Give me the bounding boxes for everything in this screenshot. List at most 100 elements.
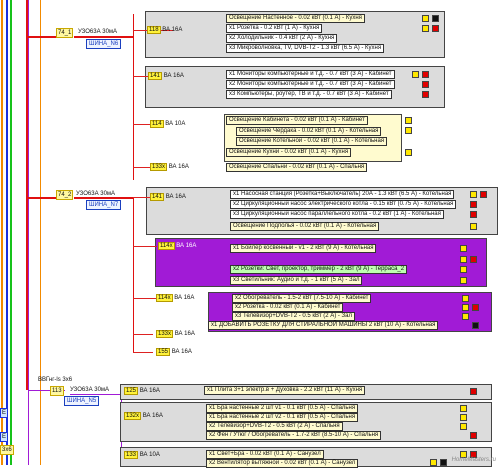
breaker-id: 114x — [158, 242, 175, 250]
rcd-label-1: УЗО63А 30мА — [78, 29, 118, 35]
circuit-line[interactable]: x2 Розетки: Свет, проектор, триммер - 2 … — [230, 265, 408, 274]
breaker-rating: ВА 16А — [163, 73, 184, 79]
rcd-out-wire-3 — [70, 394, 122, 395]
breaker-wire-114x-a — [133, 246, 157, 247]
phase-indicator-red — [470, 432, 477, 439]
phase-indicator-red — [470, 388, 477, 395]
breaker-133x-a[interactable]: 133x ВА 16А — [150, 163, 189, 171]
phase-indicator-red — [422, 91, 429, 98]
breaker-wire-114x-b — [133, 298, 157, 299]
breaker-132x[interactable]: 132x ВА 16А — [124, 412, 163, 420]
phase-indicator-black — [472, 322, 479, 329]
circuit-line[interactable]: x2 Розетка - 0.02 кВт (0.1 А) - Кабинет — [232, 303, 344, 312]
breaker-118[interactable]: 118 ВА 16А — [147, 26, 182, 34]
phase-indicator-yellow — [405, 149, 412, 156]
circuit-line[interactable]: x2 Телевизор+DVB-T2 - 0.5 кВт (2 А) - Сп… — [206, 422, 343, 431]
breaker-id: 133 — [124, 451, 139, 459]
breaker-id: 141 — [150, 193, 165, 201]
circuit-line[interactable]: Освещение Котельной - 0.02 кВт (0.1 А) -… — [236, 137, 388, 146]
rcd-out-wire-2 — [74, 197, 134, 199]
breaker-155[interactable]: 155 ВА 16А — [156, 348, 192, 356]
circuit-line[interactable]: x2 Холодильник - 0.4 кВт (2 А) - Кухня — [226, 34, 338, 43]
phase-indicator-yellow — [460, 245, 467, 252]
breaker-rating: ВА 16А — [142, 413, 163, 419]
breaker-rating: ВА 16А — [165, 194, 186, 200]
phase-indicator-red — [472, 304, 479, 311]
circuit-line[interactable]: x2 Циркуляционный насос электрического к… — [230, 200, 457, 209]
watermark: HomeMasters.ru — [451, 457, 496, 463]
breaker-rating: ВА 10А — [165, 121, 186, 127]
main-wire-blue — [6, 0, 8, 465]
circuit-line[interactable]: x1 Бра настенные 2 шт v2 - 0.1 кВт (0.5 … — [206, 413, 359, 422]
main-wire-orange — [1, 0, 3, 465]
phase-indicator-yellow — [462, 304, 469, 311]
phase-indicator-yellow — [405, 127, 412, 134]
phase-indicator-yellow — [460, 414, 467, 421]
ground-label-bottom: E — [0, 432, 9, 442]
breaker-wire-133x-b — [133, 334, 153, 335]
phase-indicator-red — [470, 211, 477, 218]
circuit-line[interactable]: x1 Насосная станция (Розетка+Выключатель… — [230, 190, 455, 199]
circuit-line[interactable]: x3 Циркуляционный насос параллельного ко… — [230, 210, 444, 219]
breaker-rating: ВА 16А — [139, 388, 160, 394]
breaker-125[interactable]: 125 ВА 16А — [124, 387, 160, 395]
group1-wire — [133, 14, 134, 180]
circuit-line[interactable]: x1 Розетка - 0.2 кВт (1 А) - Кухня — [226, 24, 323, 33]
breaker-rating: ВА 16А — [168, 164, 189, 170]
bus-label-3: ШИНА_N5 — [64, 396, 100, 406]
circuit-line[interactable]: x1 ДОБАВИТЬ РОЗЕТКУ ДЛЯ СТИРАЛЬНОЙ МАШИН… — [208, 321, 439, 330]
circuit-line[interactable]: x3 Компьютеры, роутер, ТВ и т.д. - 0.7 к… — [226, 90, 392, 99]
circuit-line[interactable]: x1 Мониторы компьютерные и т.д. - 0.7 кВ… — [226, 70, 395, 79]
breaker-rating: ВА 16А — [174, 295, 195, 301]
breaker-rating: ВА 16А — [171, 349, 192, 355]
breaker-114[interactable]: 114 ВА 10А — [150, 120, 185, 128]
circuit-line[interactable]: Освещение Спальни - 0.02 кВт (0.1 А) - С… — [226, 163, 368, 172]
phase-indicator-yellow — [470, 191, 477, 198]
circuit-line[interactable]: Освещение Подполья - 0.02 кВт (0.1 А) - … — [230, 222, 380, 231]
circuit-line[interactable]: Освещение Чердака - 0.02 кВт (0.1 А) - К… — [236, 127, 382, 136]
phase-indicator-yellow — [412, 71, 419, 78]
circuit-line[interactable]: Освещение Кухни - 0.02 кВт (0.1 А) - Кух… — [226, 148, 352, 157]
rcd-id-1: 74_1 — [56, 28, 74, 38]
circuit-line[interactable]: x3 Микроволновка, TV, DVB-T2 - 1.3 кВт (… — [226, 44, 385, 53]
circuit-line[interactable]: x3 Светильник: Аудио и т.д. - 1 кВт (5 А… — [230, 276, 363, 285]
breaker-133[interactable]: 133 ВА 10А — [124, 451, 160, 459]
circuit-line[interactable]: x2 Мониторы компьютерные и т.д. - 0.7 кВ… — [226, 80, 395, 89]
circuit-line[interactable]: Освещение Настенное - 0.02 кВт (0.1 А) -… — [226, 14, 365, 23]
breaker-id: 155 — [156, 348, 171, 356]
breaker-114x-b[interactable]: 114x ВА 16А — [156, 294, 194, 302]
phase-indicator-yellow — [405, 117, 412, 124]
phase-indicator-yellow — [462, 313, 469, 320]
circuit-line[interactable]: Освещение Кабинета - 0.02 кВт (0.1 А) - … — [226, 116, 368, 125]
circuit-line[interactable]: x3 Телевизор+DVB-T2 - 0.5 кВт (2 А) - За… — [232, 312, 356, 321]
breaker-rating: ВА 16А — [174, 331, 195, 337]
phase-indicator-red — [422, 81, 429, 88]
phase-indicator-red — [470, 256, 477, 263]
breaker-114x-a[interactable]: 114x ВА 16А — [158, 242, 196, 250]
circuit-line[interactable]: x2 Обогреватель - 1.5-2 кВт (7.5-10 А) -… — [232, 294, 372, 303]
breaker-141-b[interactable]: 141 ВА 16А — [150, 193, 186, 201]
main-wire-green — [10, 0, 12, 465]
phase-indicator-red — [422, 71, 429, 78]
rcd-feed-wire-2 — [27, 197, 59, 199]
phase-indicator-yellow — [470, 223, 477, 230]
rcd-id-3: 113 — [50, 386, 64, 396]
ground-label-top: E — [0, 408, 9, 418]
phase-indicator-black — [432, 15, 439, 22]
phase-indicator-yellow — [460, 266, 467, 273]
phase-indicator-yellow — [460, 256, 467, 263]
circuit-line[interactable]: x2 Вентилятор вытяжной - 0.02 кВт (0.1 А… — [206, 459, 359, 468]
breaker-rating: ВА 10А — [139, 452, 160, 458]
circuit-line[interactable]: x1 Бойлер косвенный - v1 - 2 кВт (9 А) -… — [230, 244, 377, 253]
circuit-line[interactable]: x1 Свет+Бра - 0.02 кВт (0.1 А) - Санузел — [206, 450, 324, 459]
breaker-id: 141 — [148, 72, 163, 80]
circuit-line[interactable]: x2 Фен / Утюг / Обогреватель - 1.7-2 кВт… — [206, 431, 382, 440]
circuit-line[interactable]: x1 Плита 3+1 электр.в + Духовка - 2.2 кВ… — [204, 386, 366, 395]
phase-indicator-red — [480, 191, 487, 198]
breaker-id: 132x — [124, 412, 142, 420]
breaker-133x-b[interactable]: 133x ВА 16А — [156, 330, 195, 338]
breaker-id: 118 — [147, 26, 161, 34]
circuit-line[interactable]: x1 Бра настенные 2 шт v1 - 0.1 кВт (0.5 … — [206, 404, 359, 413]
breaker-141-a[interactable]: 141 ВА 16А — [148, 72, 184, 80]
phase-indicator-yellow — [460, 423, 467, 430]
